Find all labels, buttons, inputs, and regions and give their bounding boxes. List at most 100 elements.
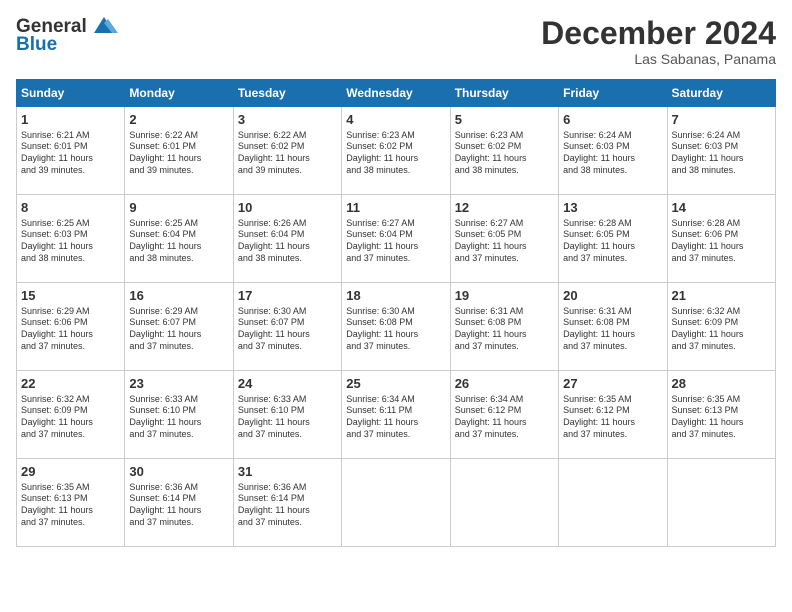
day-number: 14 [672,199,771,217]
table-row: 17Sunrise: 6:30 AMSunset: 6:07 PMDayligh… [233,283,341,371]
table-row: 27Sunrise: 6:35 AMSunset: 6:12 PMDayligh… [559,371,667,459]
day-content: Sunrise: 6:23 AMSunset: 6:02 PMDaylight:… [346,130,445,177]
day-number: 29 [21,463,120,481]
day-content: Sunrise: 6:30 AMSunset: 6:08 PMDaylight:… [346,306,445,353]
table-row: 13Sunrise: 6:28 AMSunset: 6:05 PMDayligh… [559,195,667,283]
day-number: 3 [238,111,337,129]
day-content: Sunrise: 6:31 AMSunset: 6:08 PMDaylight:… [455,306,554,353]
day-number: 26 [455,375,554,393]
col-monday: Monday [125,80,233,107]
day-content: Sunrise: 6:23 AMSunset: 6:02 PMDaylight:… [455,130,554,177]
day-number: 13 [563,199,662,217]
table-row: 7Sunrise: 6:24 AMSunset: 6:03 PMDaylight… [667,107,775,195]
day-number: 23 [129,375,228,393]
page: General Blue December 2024 Las Sabanas, … [0,0,792,612]
day-number: 28 [672,375,771,393]
table-row: 24Sunrise: 6:33 AMSunset: 6:10 PMDayligh… [233,371,341,459]
location: Las Sabanas, Panama [541,51,776,67]
day-content: Sunrise: 6:35 AMSunset: 6:13 PMDaylight:… [21,482,120,529]
title-block: December 2024 Las Sabanas, Panama [541,16,776,67]
table-row: 20Sunrise: 6:31 AMSunset: 6:08 PMDayligh… [559,283,667,371]
table-row: 3Sunrise: 6:22 AMSunset: 6:02 PMDaylight… [233,107,341,195]
month-title: December 2024 [541,16,776,51]
day-number: 31 [238,463,337,481]
logo-blue: Blue [16,34,57,56]
day-number: 8 [21,199,120,217]
table-row: 21Sunrise: 6:32 AMSunset: 6:09 PMDayligh… [667,283,775,371]
day-number: 22 [21,375,120,393]
day-content: Sunrise: 6:36 AMSunset: 6:14 PMDaylight:… [129,482,228,529]
table-row [342,459,450,547]
table-row: 15Sunrise: 6:29 AMSunset: 6:06 PMDayligh… [17,283,125,371]
col-tuesday: Tuesday [233,80,341,107]
table-row: 1Sunrise: 6:21 AMSunset: 6:01 PMDaylight… [17,107,125,195]
table-row: 4Sunrise: 6:23 AMSunset: 6:02 PMDaylight… [342,107,450,195]
day-content: Sunrise: 6:33 AMSunset: 6:10 PMDaylight:… [238,394,337,441]
table-row: 2Sunrise: 6:22 AMSunset: 6:01 PMDaylight… [125,107,233,195]
logo-icon [90,15,118,37]
day-content: Sunrise: 6:21 AMSunset: 6:01 PMDaylight:… [21,130,120,177]
table-row: 8Sunrise: 6:25 AMSunset: 6:03 PMDaylight… [17,195,125,283]
table-row: 30Sunrise: 6:36 AMSunset: 6:14 PMDayligh… [125,459,233,547]
table-row: 18Sunrise: 6:30 AMSunset: 6:08 PMDayligh… [342,283,450,371]
table-row: 6Sunrise: 6:24 AMSunset: 6:03 PMDaylight… [559,107,667,195]
table-row: 28Sunrise: 6:35 AMSunset: 6:13 PMDayligh… [667,371,775,459]
day-content: Sunrise: 6:30 AMSunset: 6:07 PMDaylight:… [238,306,337,353]
day-content: Sunrise: 6:35 AMSunset: 6:12 PMDaylight:… [563,394,662,441]
day-content: Sunrise: 6:32 AMSunset: 6:09 PMDaylight:… [672,306,771,353]
table-row [667,459,775,547]
table-row: 31Sunrise: 6:36 AMSunset: 6:14 PMDayligh… [233,459,341,547]
day-content: Sunrise: 6:28 AMSunset: 6:05 PMDaylight:… [563,218,662,265]
day-content: Sunrise: 6:28 AMSunset: 6:06 PMDaylight:… [672,218,771,265]
table-row [559,459,667,547]
header: General Blue December 2024 Las Sabanas, … [16,16,776,67]
table-row [450,459,558,547]
day-number: 17 [238,287,337,305]
day-number: 19 [455,287,554,305]
table-row: 16Sunrise: 6:29 AMSunset: 6:07 PMDayligh… [125,283,233,371]
day-number: 5 [455,111,554,129]
table-row: 11Sunrise: 6:27 AMSunset: 6:04 PMDayligh… [342,195,450,283]
day-number: 2 [129,111,228,129]
col-sunday: Sunday [17,80,125,107]
day-number: 18 [346,287,445,305]
table-row: 29Sunrise: 6:35 AMSunset: 6:13 PMDayligh… [17,459,125,547]
day-number: 11 [346,199,445,217]
day-content: Sunrise: 6:22 AMSunset: 6:02 PMDaylight:… [238,130,337,177]
day-number: 10 [238,199,337,217]
day-content: Sunrise: 6:25 AMSunset: 6:03 PMDaylight:… [21,218,120,265]
day-number: 6 [563,111,662,129]
table-row: 26Sunrise: 6:34 AMSunset: 6:12 PMDayligh… [450,371,558,459]
table-row: 22Sunrise: 6:32 AMSunset: 6:09 PMDayligh… [17,371,125,459]
table-row: 14Sunrise: 6:28 AMSunset: 6:06 PMDayligh… [667,195,775,283]
day-number: 25 [346,375,445,393]
day-number: 20 [563,287,662,305]
table-row: 5Sunrise: 6:23 AMSunset: 6:02 PMDaylight… [450,107,558,195]
day-content: Sunrise: 6:32 AMSunset: 6:09 PMDaylight:… [21,394,120,441]
header-row: Sunday Monday Tuesday Wednesday Thursday… [17,80,776,107]
day-content: Sunrise: 6:35 AMSunset: 6:13 PMDaylight:… [672,394,771,441]
day-number: 4 [346,111,445,129]
day-content: Sunrise: 6:31 AMSunset: 6:08 PMDaylight:… [563,306,662,353]
day-content: Sunrise: 6:27 AMSunset: 6:04 PMDaylight:… [346,218,445,265]
table-row: 25Sunrise: 6:34 AMSunset: 6:11 PMDayligh… [342,371,450,459]
calendar-week: 29Sunrise: 6:35 AMSunset: 6:13 PMDayligh… [17,459,776,547]
table-row: 12Sunrise: 6:27 AMSunset: 6:05 PMDayligh… [450,195,558,283]
col-friday: Friday [559,80,667,107]
col-wednesday: Wednesday [342,80,450,107]
col-saturday: Saturday [667,80,775,107]
day-number: 7 [672,111,771,129]
day-number: 21 [672,287,771,305]
day-number: 16 [129,287,228,305]
table-row: 19Sunrise: 6:31 AMSunset: 6:08 PMDayligh… [450,283,558,371]
day-content: Sunrise: 6:34 AMSunset: 6:11 PMDaylight:… [346,394,445,441]
day-number: 1 [21,111,120,129]
day-content: Sunrise: 6:24 AMSunset: 6:03 PMDaylight:… [672,130,771,177]
table-row: 10Sunrise: 6:26 AMSunset: 6:04 PMDayligh… [233,195,341,283]
calendar-week: 22Sunrise: 6:32 AMSunset: 6:09 PMDayligh… [17,371,776,459]
calendar-table: Sunday Monday Tuesday Wednesday Thursday… [16,79,776,547]
table-row: 23Sunrise: 6:33 AMSunset: 6:10 PMDayligh… [125,371,233,459]
table-row: 9Sunrise: 6:25 AMSunset: 6:04 PMDaylight… [125,195,233,283]
day-content: Sunrise: 6:29 AMSunset: 6:06 PMDaylight:… [21,306,120,353]
day-content: Sunrise: 6:33 AMSunset: 6:10 PMDaylight:… [129,394,228,441]
